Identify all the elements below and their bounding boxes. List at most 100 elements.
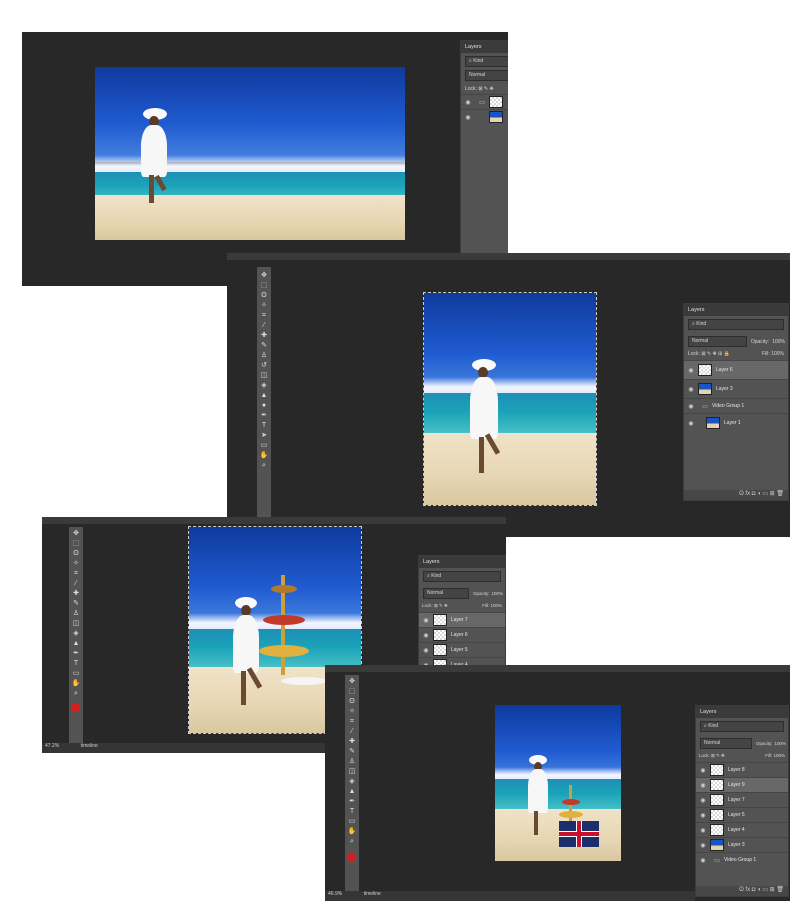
paint-bucket-icon[interactable]: ◈ [347, 777, 357, 787]
eraser-icon[interactable]: ◫ [347, 767, 357, 777]
layer-row[interactable]: ◉Layer 4 [696, 822, 788, 837]
layer-filter[interactable]: ⌕ Kind [465, 56, 508, 67]
layer-row[interactable]: ◉ [461, 109, 508, 124]
layer-row[interactable]: ◉ Layer 5 [696, 807, 788, 822]
shape-icon[interactable]: ▭ [259, 441, 269, 451]
eye-icon[interactable]: ◉ [422, 617, 430, 624]
type-icon[interactable]: T [347, 807, 357, 817]
layers-tab[interactable]: Layers [419, 556, 505, 568]
type-icon[interactable]: T [259, 421, 269, 431]
eye-icon[interactable]: ◉ [687, 367, 695, 374]
eye-icon[interactable]: ◉ [699, 812, 707, 819]
blur-icon[interactable]: ▲ [259, 391, 269, 401]
eye-icon[interactable]: ◉ [687, 420, 695, 427]
eyedropper-icon[interactable]: ⁄ [259, 321, 269, 331]
clone-stamp-icon[interactable]: ♙ [259, 351, 269, 361]
type-icon[interactable]: T [71, 659, 81, 669]
magic-wand-icon[interactable]: ✧ [71, 559, 81, 569]
move-icon[interactable]: ✥ [71, 529, 81, 539]
marquee-icon[interactable]: ⬚ [71, 539, 81, 549]
hand-icon[interactable]: ✋ [259, 451, 269, 461]
layer-row[interactable]: ◉ Layer 6 [684, 360, 788, 379]
eye-icon[interactable]: ◉ [699, 782, 707, 789]
pen-icon[interactable]: ✒ [347, 797, 357, 807]
eraser-icon[interactable]: ◫ [71, 619, 81, 629]
crop-icon[interactable]: ⌗ [259, 311, 269, 321]
magic-wand-icon[interactable]: ✧ [347, 707, 357, 717]
blend-mode-select[interactable]: Normal [688, 336, 747, 347]
layer-row[interactable]: ◉ Layer 7 [419, 612, 505, 627]
layers-tab[interactable]: Layers [696, 706, 788, 718]
eye-icon[interactable]: ◉ [699, 842, 707, 849]
eye-icon[interactable]: ◉ [699, 767, 707, 774]
eye-icon[interactable]: ◉ [699, 857, 707, 864]
eyedropper-icon[interactable]: ⁄ [347, 727, 357, 737]
layer-row[interactable]: ◉ ▭ [461, 94, 508, 109]
layers-tab[interactable]: Layers [461, 41, 508, 53]
opacity-field[interactable]: 100% [772, 339, 785, 345]
layer-row[interactable]: ◉ Layer 3 [684, 379, 788, 398]
layer-row[interactable]: ◉ Layer 3 [696, 837, 788, 852]
paint-bucket-icon[interactable]: ◈ [71, 629, 81, 639]
eyedropper-icon[interactable]: ⁄ [71, 579, 81, 589]
layer-row[interactable]: ◉ Layer 9 [696, 777, 788, 792]
paint-bucket-icon[interactable]: ◈ [259, 381, 269, 391]
layer-filter[interactable]: ⌕ Kind [700, 721, 784, 732]
marquee-icon[interactable]: ⬚ [347, 687, 357, 697]
brush-icon[interactable]: ✎ [347, 747, 357, 757]
dodge-icon[interactable]: ● [259, 401, 269, 411]
move-icon[interactable]: ✥ [347, 677, 357, 687]
magic-wand-icon[interactable]: ✧ [259, 301, 269, 311]
brush-icon[interactable]: ✎ [71, 599, 81, 609]
eye-icon[interactable]: ◉ [422, 647, 430, 654]
eye-icon[interactable]: ◉ [687, 403, 695, 410]
shape-icon[interactable]: ▭ [347, 817, 357, 827]
clone-stamp-icon[interactable]: ♙ [71, 609, 81, 619]
move-icon[interactable]: ✥ [259, 271, 269, 281]
pen-icon[interactable]: ✒ [71, 649, 81, 659]
timeline-tab[interactable]: timeline [364, 891, 381, 897]
layer-filter[interactable]: ⌕ Kind [423, 571, 501, 582]
blend-mode-select[interactable]: Normal [423, 588, 469, 599]
healing-icon[interactable]: ✚ [259, 331, 269, 341]
zoom-icon[interactable]: ⌕ [347, 837, 357, 847]
path-select-icon[interactable]: ➤ [259, 431, 269, 441]
eye-icon[interactable]: ◉ [687, 386, 695, 393]
layer-group-row[interactable]: ◉ ▭ Video Group 1 [696, 852, 788, 867]
layers-tab[interactable]: Layers [684, 304, 788, 316]
timeline-tab[interactable]: timeline [81, 743, 98, 749]
layer-row[interactable]: ◉ Layer 6 [419, 627, 505, 642]
eye-icon[interactable]: ◉ [422, 632, 430, 639]
lasso-icon[interactable]: ʘ [71, 549, 81, 559]
opacity-field[interactable]: 100% [774, 741, 786, 746]
healing-icon[interactable]: ✚ [347, 737, 357, 747]
layer-filter[interactable]: ⌕ Kind [688, 319, 784, 330]
healing-icon[interactable]: ✚ [71, 589, 81, 599]
zoom-icon[interactable]: ⌕ [259, 461, 269, 471]
hand-icon[interactable]: ✋ [71, 679, 81, 689]
eraser-icon[interactable]: ◫ [259, 371, 269, 381]
eye-icon[interactable]: ◉ [464, 99, 472, 106]
eye-icon[interactable]: ◉ [699, 827, 707, 834]
lasso-icon[interactable]: ʘ [259, 291, 269, 301]
foreground-color[interactable] [72, 703, 80, 711]
layer-row[interactable]: ◉ Layer 8 [696, 762, 788, 777]
layer-row[interactable]: ◉ Layer 7 [696, 792, 788, 807]
zoom-icon[interactable]: ⌕ [71, 689, 81, 699]
crop-icon[interactable]: ⌗ [347, 717, 357, 727]
blend-mode-select[interactable]: Normal [465, 70, 508, 81]
brush-icon[interactable]: ✎ [259, 341, 269, 351]
eye-icon[interactable]: ◉ [464, 114, 472, 121]
fill-field[interactable]: 100% [771, 351, 784, 357]
blend-mode-select[interactable]: Normal [700, 738, 752, 749]
lasso-icon[interactable]: ʘ [347, 697, 357, 707]
clone-stamp-icon[interactable]: ♙ [347, 757, 357, 767]
marquee-icon[interactable]: ⬚ [259, 281, 269, 291]
pen-icon[interactable]: ✒ [259, 411, 269, 421]
blur-icon[interactable]: ▲ [347, 787, 357, 797]
blur-icon[interactable]: ▲ [71, 639, 81, 649]
opacity-field[interactable]: 100% [491, 591, 503, 596]
layer-row[interactable]: ◉ Layer 5 [419, 642, 505, 657]
eye-icon[interactable]: ◉ [699, 797, 707, 804]
fill-field[interactable]: 100% [773, 753, 785, 758]
